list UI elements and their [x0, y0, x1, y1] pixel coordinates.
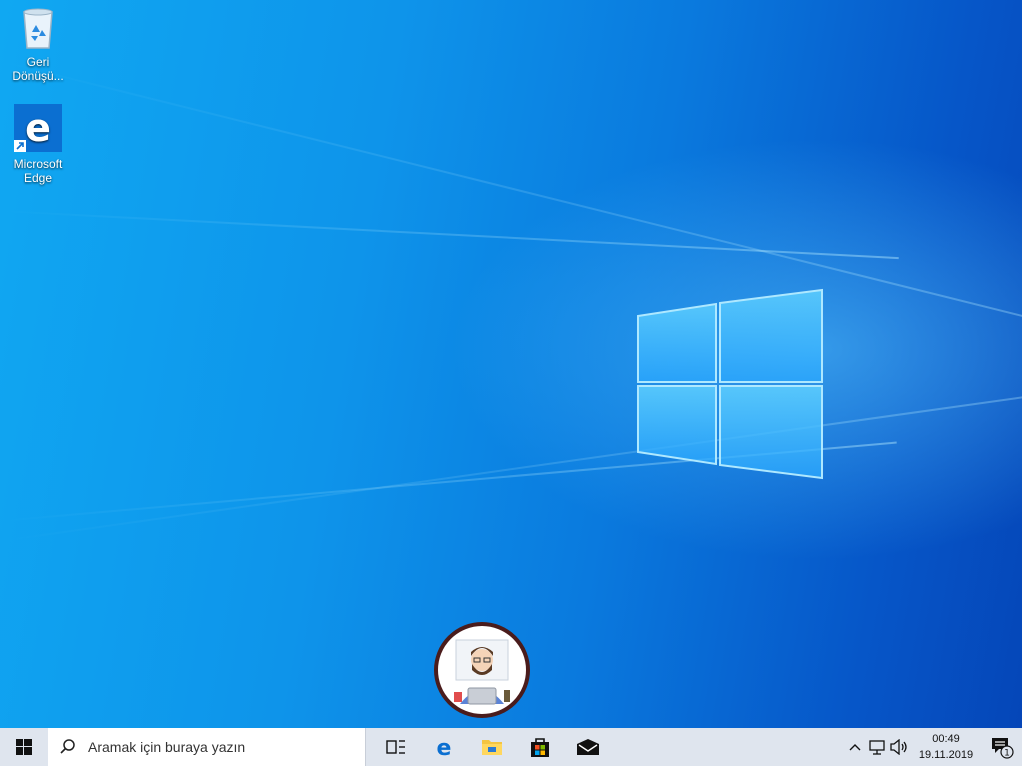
task-view-button[interactable]: [372, 728, 420, 766]
edge-icon: e: [437, 736, 452, 758]
network-button[interactable]: [866, 728, 888, 766]
file-explorer-button[interactable]: [468, 728, 516, 766]
recycle-bin-label: Geri Dönüşü...: [12, 55, 64, 83]
clock-date: 19.11.2019: [918, 749, 974, 761]
taskbar: Aramak için buraya yazın e 00:49 19.11.2…: [0, 728, 1022, 766]
store-icon: [531, 738, 549, 757]
notification-icon: 1: [992, 738, 1014, 759]
microsoft-edge-label: Microsoft Edge: [13, 157, 63, 185]
search-placeholder: Aramak için buraya yazın: [88, 739, 246, 755]
search-box[interactable]: Aramak için buraya yazın: [48, 728, 366, 766]
search-icon: [48, 738, 88, 756]
file-explorer-icon: [482, 740, 502, 755]
start-button[interactable]: [0, 728, 48, 766]
action-center-button[interactable]: 1: [982, 728, 1022, 766]
svg-text:e: e: [25, 106, 51, 150]
windows-start-icon: [16, 739, 32, 755]
light-beam: [0, 210, 899, 260]
recycle-bin-icon: [23, 8, 53, 49]
recycle-bin-shortcut[interactable]: Geri Dönüşü...: [7, 6, 69, 83]
notification-count: 1: [1004, 749, 1010, 759]
show-hidden-icons-button[interactable]: [844, 728, 866, 766]
edge-icon: e: [14, 104, 62, 152]
network-icon: [869, 740, 885, 755]
person-illustration: [454, 639, 510, 705]
store-button[interactable]: [516, 728, 564, 766]
volume-button[interactable]: [888, 728, 910, 766]
microsoft-edge-shortcut[interactable]: e Microsoft Edge: [7, 104, 69, 185]
clock[interactable]: 00:49 19.11.2019: [910, 731, 982, 763]
mail-icon: [577, 739, 599, 755]
clock-time: 00:49: [932, 733, 960, 745]
svg-text:e: e: [437, 736, 452, 758]
avatar: [434, 622, 530, 718]
chevron-up-icon: [849, 744, 861, 751]
windows-logo: [637, 288, 823, 480]
desktop-wallpaper: Geri Dönüşü... e Microsoft Edge: [0, 0, 1022, 728]
system-tray: 00:49 19.11.2019 1: [844, 728, 1022, 766]
volume-icon: [890, 739, 907, 755]
task-view-icon: [386, 740, 405, 754]
mail-button[interactable]: [564, 728, 612, 766]
light-beam: [0, 60, 1022, 401]
edge-taskbar-button[interactable]: e: [420, 728, 468, 766]
